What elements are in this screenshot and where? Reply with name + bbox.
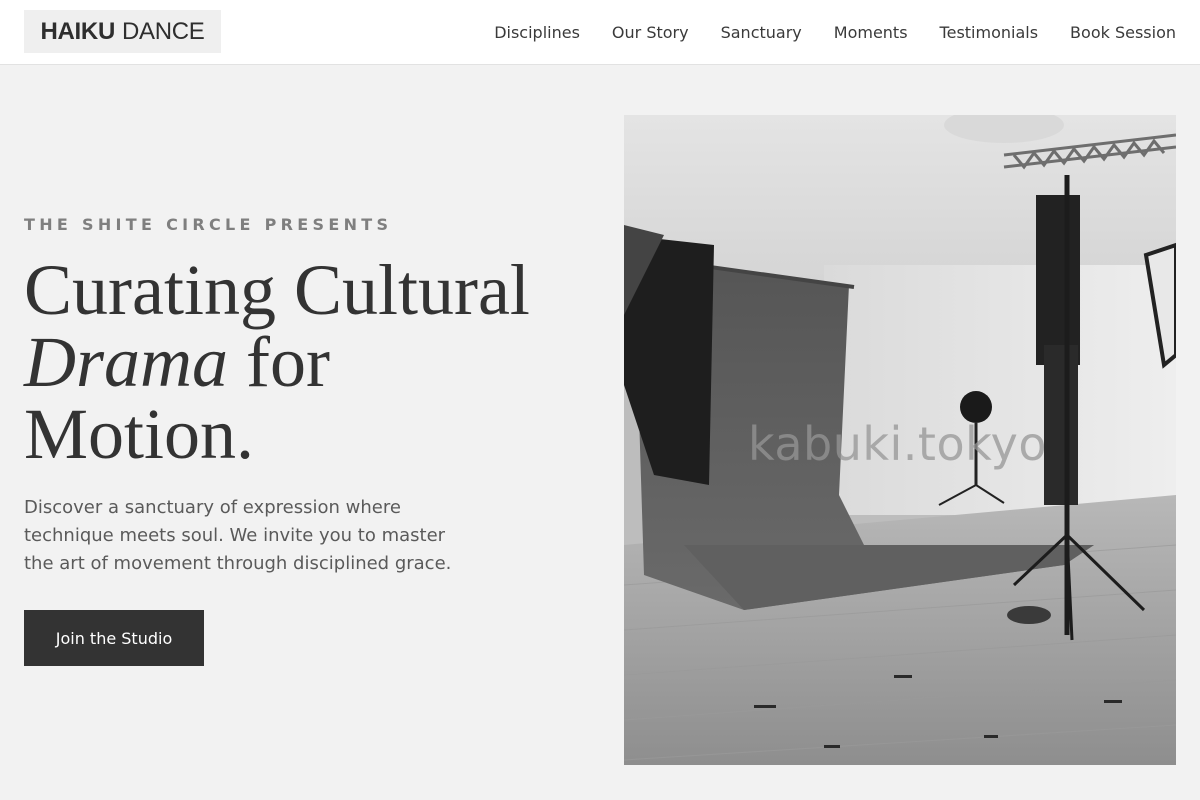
join-studio-button[interactable]: Join the Studio bbox=[24, 610, 204, 666]
nav-our-story[interactable]: Our Story bbox=[612, 23, 689, 42]
hero-studio-photo: kabuki.tokyo bbox=[624, 115, 1176, 765]
logo-light-text: DANCE bbox=[121, 17, 205, 45]
site-header: HAIKU DANCE Disciplines Our Story Sanctua… bbox=[0, 0, 1200, 65]
hero-headline: Curating Cultural Drama for Motion. bbox=[24, 254, 604, 470]
main-nav: Disciplines Our Story Sanctuary Moments … bbox=[494, 0, 1176, 64]
nav-testimonials[interactable]: Testimonials bbox=[940, 23, 1039, 42]
headline-line-1: Curating Cultural bbox=[24, 250, 530, 330]
headline-line-2: Drama for bbox=[24, 326, 604, 398]
nav-book-session[interactable]: Book Session bbox=[1070, 23, 1176, 42]
nav-sanctuary[interactable]: Sanctuary bbox=[721, 23, 802, 42]
headline-line-2-rest: for bbox=[228, 322, 330, 402]
hero-lead-text: Discover a sanctuary of expression where… bbox=[24, 497, 452, 574]
nav-disciplines[interactable]: Disciplines bbox=[494, 23, 580, 42]
nav-moments[interactable]: Moments bbox=[834, 23, 908, 42]
headline-italic: Drama bbox=[24, 322, 229, 402]
logo[interactable]: HAIKU DANCE bbox=[24, 10, 221, 53]
photo-watermark: kabuki.tokyo bbox=[748, 417, 1047, 471]
hero-eyebrow: THE SHITE CIRCLE PRESENTS bbox=[24, 215, 393, 234]
logo-bold-text: HAIKU bbox=[40, 17, 115, 45]
headline-line-3: Motion. bbox=[24, 394, 255, 474]
